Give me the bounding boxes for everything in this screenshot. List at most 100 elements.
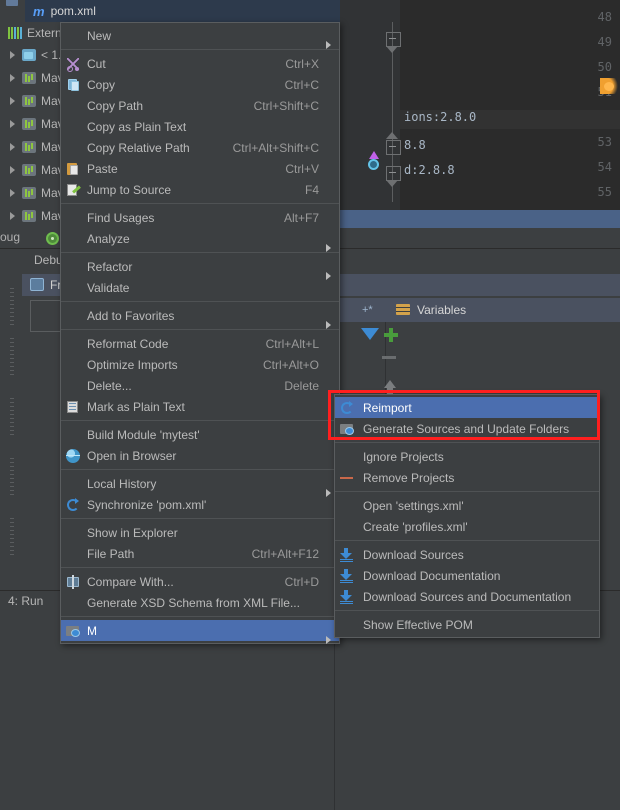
splitter-handle-mid3[interactable] bbox=[10, 458, 14, 498]
tree-expand-arrow-icon[interactable] bbox=[8, 142, 18, 152]
menu-item-label: New bbox=[85, 29, 305, 43]
frames-icon bbox=[30, 278, 44, 291]
fold-region-collapse-3[interactable] bbox=[386, 166, 401, 181]
fold-region-collapse-2[interactable] bbox=[386, 140, 401, 155]
fold-region-collapse-1[interactable] bbox=[386, 32, 401, 47]
splitter-handle-mid2[interactable] bbox=[10, 398, 14, 438]
tree-expand-arrow-icon[interactable] bbox=[8, 165, 18, 175]
debug-tool-tab-label[interactable]: oug bbox=[0, 230, 20, 244]
menu-item-label: Delete... bbox=[85, 379, 270, 393]
menu-separator bbox=[61, 301, 339, 302]
menu-item-icon-slot bbox=[63, 427, 85, 443]
tree-expand-arrow-icon[interactable] bbox=[8, 188, 18, 198]
menu-item-download-sources-and-documentation[interactable]: Download Sources and Documentation bbox=[335, 586, 599, 607]
menu-item-file-path[interactable]: File PathCtrl+Alt+F12 bbox=[61, 543, 339, 564]
splitter-handle-bottom[interactable] bbox=[10, 518, 14, 558]
menu-item-add-to-favorites[interactable]: Add to Favorites bbox=[61, 305, 339, 326]
remove-icon bbox=[337, 470, 359, 486]
menu-item-copy[interactable]: CopyCtrl+C bbox=[61, 74, 339, 95]
menu-item-label: Mark as Plain Text bbox=[85, 400, 305, 414]
download-bars-icon bbox=[340, 559, 353, 563]
splitter-handle-top[interactable] bbox=[10, 288, 14, 328]
menu-item-icon-slot bbox=[63, 280, 85, 296]
jump-to-source-icon bbox=[63, 182, 85, 198]
menu-item-delete[interactable]: Delete...Delete bbox=[61, 375, 339, 396]
menu-separator bbox=[61, 329, 339, 330]
menu-item-local-history[interactable]: Local History bbox=[61, 473, 339, 494]
menu-item-optimize-imports[interactable]: Optimize ImportsCtrl+Alt+O bbox=[61, 354, 339, 375]
download-icon bbox=[337, 547, 359, 563]
menu-item-compare-with[interactable]: Compare With...Ctrl+D bbox=[61, 571, 339, 592]
menu-item-refactor[interactable]: Refactor bbox=[61, 256, 339, 277]
add-watch-icon[interactable] bbox=[384, 328, 398, 342]
menu-item-reimport[interactable]: Reimport bbox=[335, 397, 599, 418]
menu-item-jump-to-source[interactable]: Jump to SourceF4 bbox=[61, 179, 339, 200]
maven-dependency-icon bbox=[22, 210, 36, 222]
menu-item-build-module-mytest[interactable]: Build Module 'mytest' bbox=[61, 424, 339, 445]
tree-expand-arrow-icon[interactable] bbox=[8, 96, 18, 106]
menu-item-icon-slot bbox=[63, 231, 85, 247]
fold-arrow-down-1 bbox=[386, 46, 399, 53]
menu-item-create-profiles-xml[interactable]: Create 'profiles.xml' bbox=[335, 516, 599, 537]
code-text: 8.8 bbox=[404, 138, 426, 152]
menu-item-open-in-browser[interactable]: Open in Browser bbox=[61, 445, 339, 466]
filter-icon[interactable] bbox=[361, 328, 379, 340]
download-bars-icon bbox=[340, 580, 353, 584]
tree-expand-arrow-icon[interactable] bbox=[8, 211, 18, 221]
menu-item-open-settings-xml[interactable]: Open 'settings.xml' bbox=[335, 495, 599, 516]
code-text: d:2.8.8 bbox=[404, 163, 455, 177]
menu-item-new[interactable]: New bbox=[61, 25, 339, 46]
menu-item-icon-slot bbox=[337, 617, 359, 633]
menu-item-download-sources[interactable]: Download Sources bbox=[335, 544, 599, 565]
menu-item-download-documentation[interactable]: Download Documentation bbox=[335, 565, 599, 586]
menu-item-show-effective-pom[interactable]: Show Effective POM bbox=[335, 614, 599, 635]
menu-item-analyze[interactable]: Analyze bbox=[61, 228, 339, 249]
maven-submenu[interactable]: ReimportGenerate Sources and Update Fold… bbox=[334, 394, 600, 638]
menu-item-label: Cut bbox=[85, 57, 271, 71]
variables-header[interactable] bbox=[335, 298, 620, 322]
menu-item-label: Paste bbox=[85, 162, 271, 176]
menu-item-copy-path[interactable]: Copy PathCtrl+Shift+C bbox=[61, 95, 339, 116]
paste-icon bbox=[63, 161, 85, 177]
editor-tab-pom-xml[interactable]: m pom.xml bbox=[25, 0, 340, 22]
context-menu[interactable]: New CutCtrl+XCopyCtrl+CCopy PathCtrl+Shif… bbox=[60, 22, 340, 644]
menu-item-generate-sources-and-update-folders[interactable]: Generate Sources and Update Folders bbox=[335, 418, 599, 439]
maven-icon bbox=[63, 623, 85, 639]
menu-item-show-in-explorer[interactable]: Show in Explorer bbox=[61, 522, 339, 543]
maven-dependency-icon bbox=[22, 72, 36, 84]
menu-item-icon-slot bbox=[337, 449, 359, 465]
menu-separator bbox=[61, 567, 339, 568]
tree-expand-arrow-icon[interactable] bbox=[8, 50, 18, 60]
menu-item-cut[interactable]: CutCtrl+X bbox=[61, 53, 339, 74]
menu-separator bbox=[61, 616, 339, 617]
splitter-handle-mid1[interactable] bbox=[10, 338, 14, 378]
menu-item-mark-as-plain-text[interactable]: Mark as Plain Text bbox=[61, 396, 339, 417]
error-stripe-dot bbox=[604, 82, 614, 91]
remove-watch-icon[interactable] bbox=[382, 356, 396, 359]
menu-item-copy-as-plain-text[interactable]: Copy as Plain Text bbox=[61, 116, 339, 137]
tree-expand-arrow-icon[interactable] bbox=[8, 119, 18, 129]
menu-item-remove-projects[interactable]: Remove Projects bbox=[335, 467, 599, 488]
menu-item-label: Show Effective POM bbox=[359, 618, 591, 632]
menu-item-label: Remove Projects bbox=[359, 471, 591, 485]
menu-item-m[interactable]: M bbox=[61, 620, 339, 641]
menu-item-synchronize-pom-xml[interactable]: Synchronize 'pom.xml' bbox=[61, 494, 339, 515]
menu-item-paste[interactable]: PasteCtrl+V bbox=[61, 158, 339, 179]
menu-item-ignore-projects[interactable]: Ignore Projects bbox=[335, 446, 599, 467]
run-to-cursor-icon[interactable] bbox=[366, 154, 382, 170]
menu-item-validate[interactable]: Validate bbox=[61, 277, 339, 298]
menu-item-label: Download Sources bbox=[359, 548, 591, 562]
menu-item-reformat-code[interactable]: Reformat CodeCtrl+Alt+L bbox=[61, 333, 339, 354]
line-number: 53 bbox=[598, 135, 612, 149]
move-up-icon[interactable] bbox=[384, 380, 396, 388]
maven-dependency-icon bbox=[22, 118, 36, 130]
menu-item-copy-relative-path[interactable]: Copy Relative PathCtrl+Alt+Shift+C bbox=[61, 137, 339, 158]
tree-expand-arrow-icon[interactable] bbox=[8, 73, 18, 83]
menu-item-shortcut: Ctrl+Alt+O bbox=[249, 358, 319, 372]
download-icon bbox=[337, 568, 359, 584]
menu-item-label: Synchronize 'pom.xml' bbox=[85, 498, 305, 512]
menu-item-find-usages[interactable]: Find UsagesAlt+F7 bbox=[61, 207, 339, 228]
status-run-tab[interactable]: 4: Run bbox=[8, 594, 43, 608]
menu-item-label: Jump to Source bbox=[85, 183, 291, 197]
menu-item-icon-slot bbox=[63, 546, 85, 562]
